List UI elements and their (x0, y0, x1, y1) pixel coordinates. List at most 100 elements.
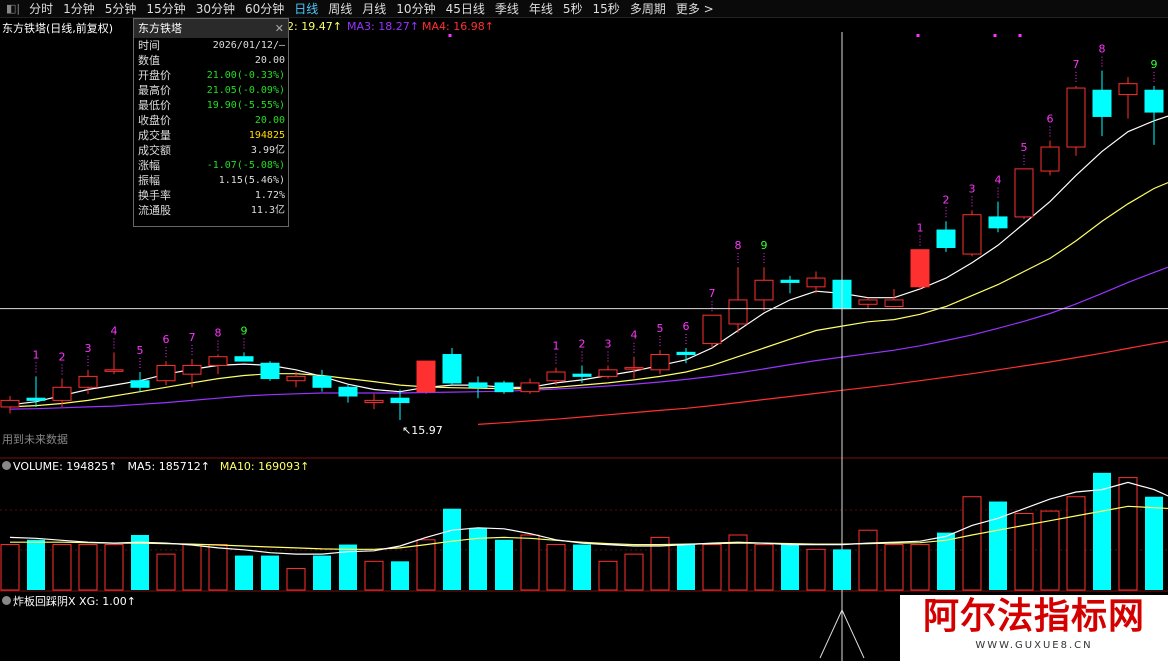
signal-dot (448, 34, 452, 37)
volume-ma10-label: MA10: 169093↑ (219, 460, 310, 473)
info-row-value: 21.00(-0.33%) (206, 70, 285, 81)
info-row-label: 收盘价 (138, 114, 171, 127)
volume-bar (182, 544, 202, 591)
volume-bar (962, 496, 982, 591)
volume-label: VOLUME: 194825↑ (13, 460, 118, 473)
info-row: 流通股 11.3亿 (134, 203, 288, 218)
info-row-value: 20.00 (254, 55, 285, 66)
nine-turn-count: 7 (189, 331, 196, 344)
info-row: 开盘价 21.00(-0.33%) (134, 68, 288, 83)
candle-body (936, 229, 956, 249)
nine-turn-count: 7 (1073, 58, 1080, 71)
volume-bar (833, 549, 851, 590)
info-row-label: 成交额 (138, 144, 171, 157)
candle-body (572, 373, 592, 377)
signal-dot (1018, 34, 1022, 37)
candle-body (234, 356, 254, 362)
signal-dot (993, 34, 997, 37)
volume-bar (208, 544, 228, 591)
future-data-label: 用到未来数据 (2, 433, 68, 446)
nine-turn-count: 9 (761, 239, 768, 252)
candle-body (26, 397, 46, 401)
candle-body (520, 382, 540, 393)
volume-bar (364, 560, 384, 591)
info-row-label: 数值 (138, 54, 160, 67)
volume-bar (754, 544, 774, 591)
candle-body (0, 399, 20, 408)
nine-turn-count: 4 (631, 329, 638, 342)
candle-body (1092, 89, 1112, 117)
nine-turn-count: 3 (85, 342, 92, 355)
signal-dot (916, 34, 920, 37)
candle-body (390, 397, 410, 404)
info-row: 换手率 1.72% (134, 188, 288, 203)
info-row-label: 最高价 (138, 84, 171, 97)
volume-bar (1066, 496, 1086, 591)
info-row-label: 成交量 (138, 129, 171, 142)
info-row: 数值 20.00 (134, 53, 288, 68)
candle-body (884, 299, 904, 307)
info-row-value: 19.90(-5.55%) (206, 100, 285, 111)
ma-purple-line (9, 266, 1168, 410)
volume-bar (156, 553, 176, 591)
volume-bar (27, 539, 45, 590)
candle-body (962, 214, 982, 255)
info-panel-title: 东方铁塔 (138, 22, 182, 35)
info-row-value: 20.00 (254, 115, 285, 126)
volume-bar (469, 527, 487, 590)
volume-bar (0, 544, 20, 591)
volume-legend: VOLUME: 194825↑ MA5: 185712↑ MA10: 16909… (2, 460, 309, 473)
candle-body (1066, 87, 1086, 148)
close-icon[interactable]: ✕ (275, 19, 284, 38)
low-price-marker: ↖15.97 (402, 424, 443, 437)
volume-bar (806, 548, 826, 591)
volume-bar (781, 544, 799, 590)
volume-bar (286, 567, 306, 591)
candle-body (858, 299, 878, 305)
collapse-icon[interactable] (2, 461, 11, 470)
volume-bar (78, 544, 98, 591)
candle-body (624, 367, 644, 370)
volume-bar (495, 539, 513, 590)
candle-body (1118, 83, 1138, 96)
candle-body (754, 279, 774, 301)
nine-turn-count: 1 (553, 340, 560, 353)
candle-body (78, 375, 98, 388)
nine-turn-count: 2 (579, 337, 586, 350)
nine-turn-count: 2 (59, 351, 66, 364)
nine-turn-count: 5 (137, 344, 144, 357)
volume-bar (884, 544, 904, 591)
info-row: 收盘价 20.00 (134, 113, 288, 128)
collapse-icon[interactable] (2, 596, 11, 605)
candle-body (702, 314, 722, 345)
info-row-value: 1.15(5.46%) (218, 175, 285, 186)
nine-turn-count: 6 (163, 333, 170, 346)
candle-body (494, 382, 514, 393)
candle-body (442, 354, 462, 384)
volume-bar (1040, 510, 1060, 591)
nine-turn-count: 9 (1151, 58, 1158, 71)
candle-body (416, 360, 436, 393)
info-row: 最高价 21.05(-0.09%) (134, 83, 288, 98)
candle-body (546, 371, 566, 382)
nine-turn-count: 7 (709, 287, 716, 300)
info-row-label: 开盘价 (138, 69, 171, 82)
volume-bar (235, 555, 253, 590)
nine-turn-count: 4 (995, 174, 1002, 187)
nine-turn-count: 8 (215, 327, 222, 340)
info-row-value: 194825 (248, 130, 285, 141)
volume-bar (1145, 496, 1163, 590)
volume-ma5-label: MA5: 185712↑ (127, 460, 210, 473)
volume-bar (546, 544, 566, 591)
nine-turn-count: 5 (657, 322, 664, 335)
info-row: 成交额 3.99亿 (134, 143, 288, 158)
info-row-label: 振幅 (138, 174, 160, 187)
nine-turn-count: 5 (1021, 141, 1028, 154)
nine-turn-count: 6 (683, 320, 690, 333)
nine-turn-count: 6 (1047, 112, 1054, 125)
candle-body (728, 299, 748, 325)
candle-body (182, 364, 202, 375)
info-row-value: -1.07(-5.08%) (206, 160, 285, 171)
volume-bar (443, 508, 461, 590)
nine-turn-count: 4 (111, 324, 118, 337)
